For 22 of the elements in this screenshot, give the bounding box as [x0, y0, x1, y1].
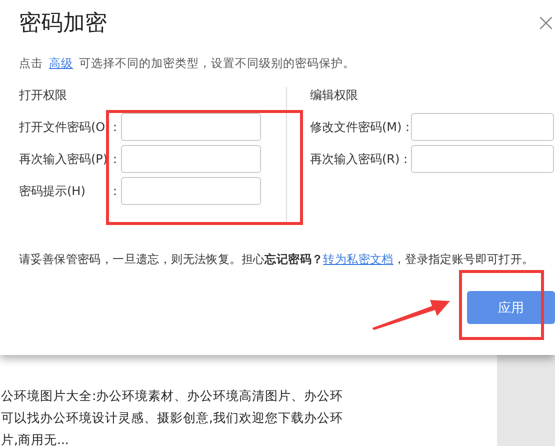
document-text: 可以找办公环境设计灵感、摄影创意,我们欢迎您下载办公环 — [1, 409, 344, 427]
apply-button[interactable]: 应用 — [467, 291, 555, 324]
section-heading: 编辑权限 — [310, 87, 359, 104]
document-text: 片,商用无... — [1, 431, 70, 446]
field-label: 密码提示(H) ： — [19, 182, 121, 200]
advanced-link[interactable]: 高级 — [49, 56, 73, 70]
field-label: 修改文件密码(M)： — [310, 118, 411, 136]
password-field[interactable] — [411, 113, 554, 141]
description-text: 点击 高级 可选择不同的加密类型，设置不同级别的密码保护。 — [19, 56, 356, 71]
document-text: 公环境图片大全:办公环境素材、办公环境高清图片、办公环 — [1, 387, 344, 405]
field-label: 再次输入密码(P)： — [19, 150, 121, 168]
password-field[interactable] — [121, 113, 261, 141]
password-field[interactable] — [121, 145, 261, 173]
password-field[interactable] — [121, 177, 261, 205]
field-label: 再次输入密码(R)： — [310, 150, 411, 168]
private-doc-link[interactable]: 转为私密文档 — [323, 252, 394, 266]
dialog-title: 密码加密 — [19, 10, 107, 38]
section-heading: 打开权限 — [19, 87, 68, 104]
close-button[interactable] — [540, 16, 553, 30]
password-field[interactable] — [411, 145, 554, 173]
notice-text: 请妥善保管密码，一旦遗忘，则无法恢复。担心忘记密码？转为私密文档，登录指定账号即可打开。 — [19, 252, 535, 267]
field-label: 打开文件密码(O ： — [19, 118, 121, 136]
